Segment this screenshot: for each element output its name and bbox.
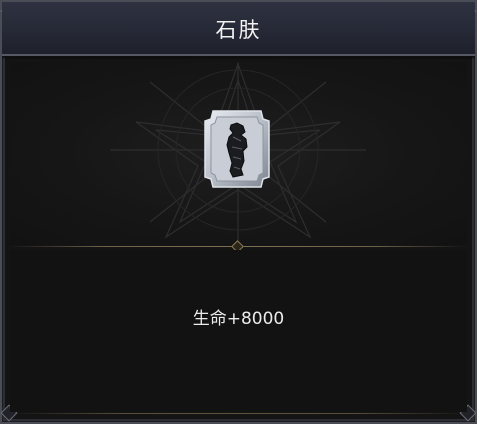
skill-detail-panel: 石肤 生命+8000 <box>0 0 477 424</box>
skill-showcase <box>10 62 467 245</box>
effect-section: 生命+8000 <box>10 250 467 412</box>
effect-text: 生命+8000 <box>192 309 285 329</box>
panel-title: 石肤 <box>215 18 262 42</box>
title-bar: 石肤 <box>2 2 475 60</box>
bottom-divider <box>10 413 467 414</box>
stone-skin-fist-icon <box>204 110 270 188</box>
